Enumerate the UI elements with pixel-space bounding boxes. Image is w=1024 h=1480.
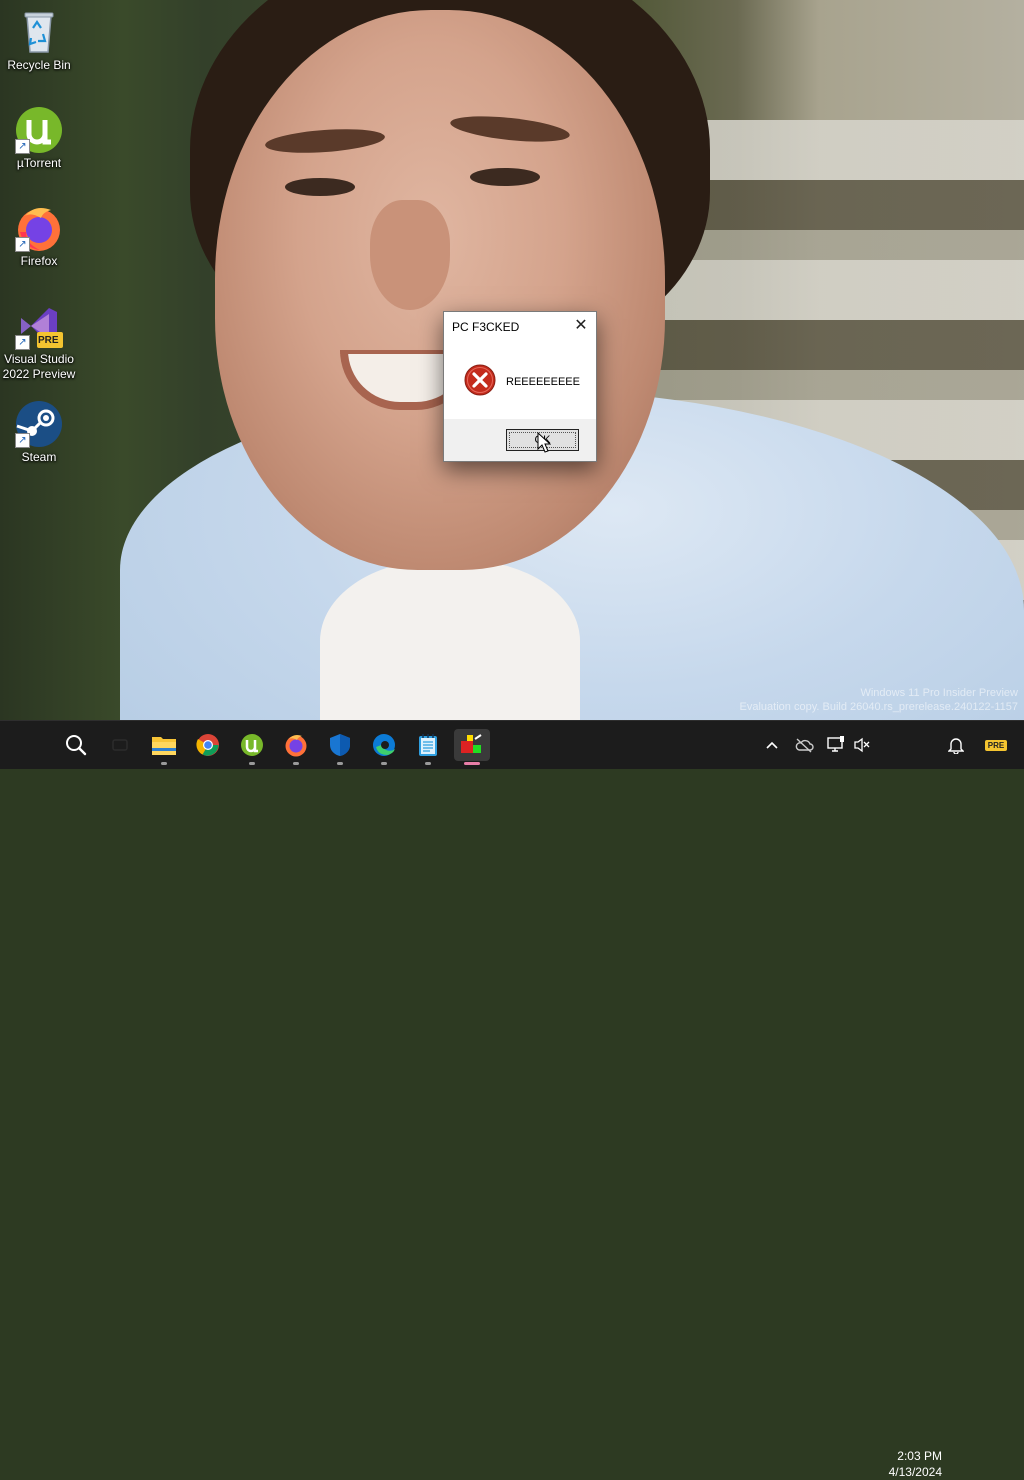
shortcut-arrow-icon: ↗ (15, 139, 30, 154)
shortcut-arrow-icon: ↗ (15, 237, 30, 252)
dialog-titlebar[interactable]: PC F3CKED ✕ (444, 312, 596, 342)
shortcut-arrow-icon: ↗ (15, 335, 30, 350)
chrome-icon[interactable] (190, 729, 226, 761)
visual-studio-icon: PRE ↗ (15, 302, 63, 350)
desktop-icon-label: µTorrent (16, 156, 62, 170)
taskbar: 2:03 PM 4/13/2024 PRE (0, 720, 1024, 1479)
insider-watermark: Windows 11 Pro Insider Preview Evaluatio… (740, 686, 1018, 714)
dialog-body: REEEEEEEEE (444, 342, 596, 419)
utorrent-icon: ↗ (15, 106, 63, 154)
pre-badge-icon[interactable]: PRE (982, 733, 1010, 757)
app-icon[interactable] (454, 729, 490, 765)
edge-icon[interactable] (366, 729, 402, 765)
dialog-message: REEEEEEEEE (506, 376, 580, 388)
volume-muted-icon[interactable] (850, 733, 874, 757)
error-icon (464, 364, 496, 396)
message-box-dialog: PC F3CKED ✕ REEEEEEEEE OK (443, 311, 597, 462)
running-indicator (425, 762, 431, 765)
network-icon[interactable] (824, 733, 848, 757)
desktop-icon-label: Recycle Bin (7, 58, 71, 72)
wallpaper-eye (470, 168, 540, 186)
notification-bell-icon[interactable] (944, 733, 968, 757)
firefox-icon: ↗ (15, 204, 63, 252)
notepad-icon[interactable] (410, 729, 446, 765)
shortcut-arrow-icon: ↗ (15, 433, 30, 448)
onedrive-icon[interactable] (792, 733, 816, 757)
running-indicator (293, 762, 299, 765)
mouse-cursor-icon (537, 432, 551, 453)
chevron-up-icon[interactable] (760, 733, 784, 757)
desktop-icon-label: Steam (21, 450, 57, 464)
steam-icon: ↗ (15, 400, 63, 448)
taskbar-clock[interactable]: 2:03 PM 4/13/2024 (872, 1448, 942, 1480)
desktop-icon-steam[interactable]: ↗ Steam (0, 400, 78, 465)
pre-badge-label: PRE (984, 739, 1008, 751)
desktop-icon-utorrent[interactable]: ↗ µTorrent (0, 106, 78, 171)
watermark-line1: Windows 11 Pro Insider Preview (860, 687, 1018, 699)
running-indicator (381, 762, 387, 765)
clock-date: 4/13/2024 (888, 1465, 942, 1479)
wallpaper-eye (285, 178, 355, 196)
desktop-icon-label-line1: Visual Studio (4, 352, 74, 366)
firefox-icon[interactable] (278, 729, 314, 765)
wallpaper-tshirt (320, 560, 580, 720)
utorrent-icon[interactable] (234, 729, 270, 765)
wallpaper-nose (370, 200, 450, 310)
desktop-icon-visual-studio[interactable]: PRE ↗ Visual Studio 2022 Preview (0, 302, 78, 382)
desktop-icon-firefox[interactable]: ↗ Firefox (0, 204, 78, 269)
task-view-icon[interactable] (102, 729, 138, 761)
dialog-title: PC F3CKED (452, 320, 520, 334)
close-icon[interactable]: ✕ (566, 312, 596, 340)
active-window-indicator (464, 762, 480, 765)
search-icon[interactable] (58, 729, 94, 761)
pre-badge: PRE (38, 335, 59, 346)
desktop-icon-recycle-bin[interactable]: Recycle Bin (0, 8, 78, 73)
running-indicator (161, 762, 167, 765)
desktop-icon-label-line2: 2022 Preview (2, 367, 76, 381)
watermark-line2: Evaluation copy. Build 26040.rs_prerelea… (739, 701, 1018, 713)
running-indicator (337, 762, 343, 765)
file-explorer-icon[interactable] (146, 729, 182, 765)
clock-time: 2:03 PM (897, 1449, 942, 1463)
recycle-bin-icon (15, 8, 63, 56)
defender-icon[interactable] (322, 729, 358, 765)
running-indicator (249, 762, 255, 765)
desktop-icon-label: Firefox (20, 254, 58, 268)
